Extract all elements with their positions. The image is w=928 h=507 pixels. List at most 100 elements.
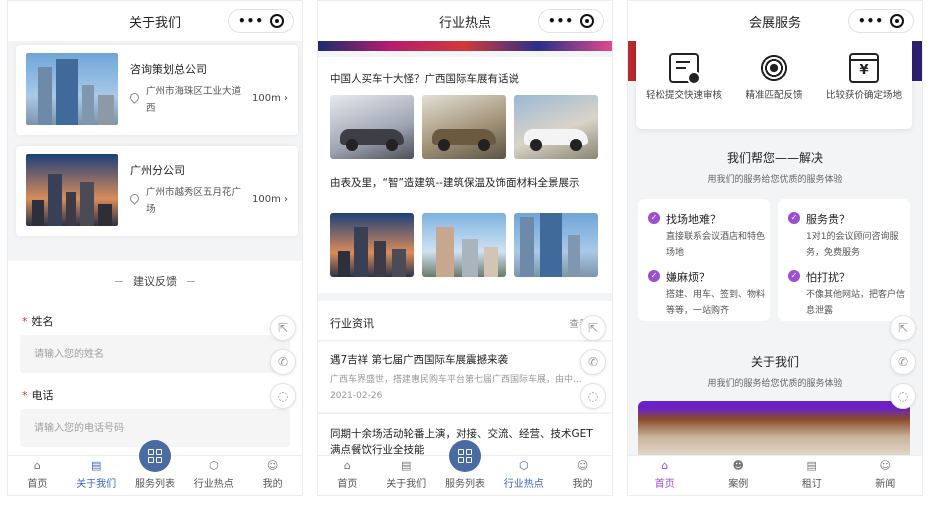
tab-about[interactable]: ▤ 关于我们 <box>67 456 126 495</box>
service-item[interactable]: 精准匹配反馈 <box>730 53 818 103</box>
company-card[interactable]: 广州分公司 广州市越秀区五月花广场 100m › <box>16 146 298 236</box>
home-icon: ⌂ <box>661 459 669 472</box>
company-address: 广州市越秀区五月花广场 <box>146 187 242 215</box>
share-icon[interactable]: ⇱ <box>270 315 296 341</box>
news-photo[interactable] <box>514 95 598 159</box>
tab-home[interactable]: ⌂ 首页 <box>628 456 702 495</box>
article-title: 遇7吉祥 第七届广西国际车展震撼来袭 <box>330 354 509 366</box>
hexagon-icon: ⬡ <box>518 459 529 472</box>
section-title: 行业资讯 <box>330 317 374 330</box>
phone-about-us: 关于我们 ••• 咨询策划总公司 广州市海珠区工业大道西 100m › 广州分公… <box>7 0 303 496</box>
tab-bar: ⌂ 首页 ▤ 关于我们 服务列表 ⬡ 行业热点 ☺ 我的 <box>8 440 302 495</box>
mini-program-capsule[interactable]: ••• <box>538 9 604 33</box>
page-title: 会展服务 <box>748 15 801 31</box>
news-photo[interactable] <box>514 213 598 277</box>
news-photo[interactable] <box>330 95 414 159</box>
tab-service-list[interactable]: 服务列表 <box>126 440 185 495</box>
tab-bar: ⌂ 首页 ☻ 案例 ▤ 租订 ☺ 新闻 <box>628 455 922 495</box>
service-item[interactable]: ¥ 比较获价确定场地 <box>820 53 908 103</box>
tab-bar: ⌂ 首页 ▤ 关于我们 服务列表 ⬡ 行业热点 ☺ 我的 <box>318 440 612 495</box>
check-icon: ✓ <box>788 212 800 224</box>
company-distance: 100m › <box>251 194 288 205</box>
banner-image <box>318 41 612 51</box>
phone-call-icon[interactable]: ✆ <box>580 349 606 375</box>
tab-industry[interactable]: ⬡ 行业热点 <box>184 456 243 495</box>
mini-program-capsule[interactable]: ••• <box>848 9 914 33</box>
about-title: 关于我们 <box>746 353 804 370</box>
tab-booking[interactable]: ▤ 租订 <box>775 456 849 495</box>
phone-call-icon[interactable]: ✆ <box>890 349 916 375</box>
price-icon: ¥ <box>849 53 879 83</box>
phone-label: * 电话 <box>22 389 54 402</box>
help-title: 我们帮您——解决 <box>722 149 828 166</box>
feedback-form: *姓名 *电话 <box>8 301 302 461</box>
nav-bar: 会展服务 ••• <box>628 1 922 41</box>
grid-icon <box>448 440 481 472</box>
service-item[interactable]: 轻松提交快速审核 <box>640 53 728 103</box>
tab-about[interactable]: ▤ 关于我们 <box>377 456 436 495</box>
wechat-icon[interactable]: ◌ <box>580 383 606 409</box>
user-icon: ☺ <box>879 459 891 472</box>
article-item[interactable]: 遇7吉祥 第七届广西国际车展震撼来袭 广西车界盛世，搭建惠民购车平台第七届广西国… <box>318 342 612 412</box>
home-icon: ⌂ <box>343 459 351 472</box>
company-photo <box>26 53 118 125</box>
service-label: 比较获价确定场地 <box>825 90 902 101</box>
benefit-question: 服务贵？ <box>806 213 850 226</box>
benefit-answer: 搭建、用车、签到、物料等等，一站购齐 <box>666 290 766 316</box>
tab-service-list[interactable]: 服务列表 <box>436 440 495 495</box>
close-mini-program-icon[interactable] <box>269 14 284 28</box>
document-icon: ▤ <box>400 459 412 472</box>
news-photo[interactable] <box>422 95 506 159</box>
about-photo <box>638 401 910 461</box>
home-icon: ⌂ <box>33 459 41 472</box>
benefit-answer: 直接联系会议酒店和特色场地 <box>666 232 766 258</box>
document-icon: ▤ <box>90 459 102 472</box>
tab-mine[interactable]: ☺ 我的 <box>553 456 612 495</box>
benefit-question: 怕打扰？ <box>806 271 850 284</box>
company-name: 广州分公司 <box>130 164 185 177</box>
share-icon[interactable]: ⇱ <box>580 315 606 341</box>
news-photo[interactable] <box>422 213 506 277</box>
news-photo[interactable] <box>330 213 414 277</box>
news-list: 中国人买车十大怪？广西国际车展有话说 由表及里，“智”造建筑--建筑保温及饰面材… <box>318 57 612 293</box>
page-title: 关于我们 <box>128 15 181 31</box>
name-input[interactable] <box>20 335 290 373</box>
tab-cases[interactable]: ☻ 案例 <box>702 456 776 495</box>
benefit-card: ✓ 找场地难？ 直接联系会议酒店和特色场地 ✓ 嫌麻烦？ 搭建、用车、签到、物料… <box>638 199 770 321</box>
users-icon: ☻ <box>732 459 744 472</box>
tab-home[interactable]: ⌂ 首页 <box>8 456 67 495</box>
service-card: 轻松提交快速审核 精准匹配反馈 ¥ 比较获价确定场地 <box>636 41 912 129</box>
tab-news[interactable]: ☺ 新闻 <box>849 456 923 495</box>
more-icon[interactable]: ••• <box>238 15 264 27</box>
check-icon: ✓ <box>648 212 660 224</box>
close-mini-program-icon[interactable] <box>579 14 594 28</box>
help-subtitle: 用我们的服务给您优质的服务体验 <box>707 175 843 185</box>
phone-exhibition-service: 会展服务 ••• 轻松提交快速审核 精准匹配反馈 ¥ 比较获价确定场地 我们帮您… <box>627 0 923 496</box>
grid-icon <box>138 440 171 472</box>
mini-program-capsule[interactable]: ••• <box>228 9 294 33</box>
wechat-icon[interactable]: ◌ <box>270 383 296 409</box>
form-icon <box>669 53 701 85</box>
page-title: 行业热点 <box>438 15 491 31</box>
more-icon[interactable]: ••• <box>548 15 574 27</box>
benefit-card: ✓ 服务贵？ 1对1的会议顾问咨询服务，免费服务 ✓ 怕打扰？ 不像其他网站，把… <box>778 199 910 321</box>
tab-mine[interactable]: ☺ 我的 <box>243 456 302 495</box>
wechat-icon[interactable]: ◌ <box>890 383 916 409</box>
user-icon: ☺ <box>266 459 279 472</box>
phone-call-icon[interactable]: ✆ <box>270 349 296 375</box>
benefit-answer: 1对1的会议顾问咨询服务，免费服务 <box>806 232 899 258</box>
more-icon[interactable]: ••• <box>858 15 884 27</box>
article-date: 2021-02-26 <box>330 391 383 401</box>
company-address: 广州市海珠区工业大道西 <box>146 86 242 114</box>
tab-home[interactable]: ⌂ 首页 <box>318 456 377 495</box>
company-name: 咨询策划总公司 <box>130 63 207 76</box>
close-mini-program-icon[interactable] <box>889 14 904 28</box>
news-title[interactable]: 由表及里，“智”造建筑--建筑保温及饰面材料全景展示 <box>330 175 602 191</box>
tab-industry[interactable]: ⬡ 行业热点 <box>494 456 553 495</box>
company-card[interactable]: 咨询策划总公司 广州市海珠区工业大道西 100m › <box>16 45 298 135</box>
benefit-question: 嫌麻烦？ <box>666 271 710 284</box>
news-title[interactable]: 中国人买车十大怪？广西国际车展有话说 <box>330 71 602 87</box>
target-icon <box>759 53 789 83</box>
service-label: 轻松提交快速审核 <box>645 90 722 101</box>
share-icon[interactable]: ⇱ <box>890 315 916 341</box>
